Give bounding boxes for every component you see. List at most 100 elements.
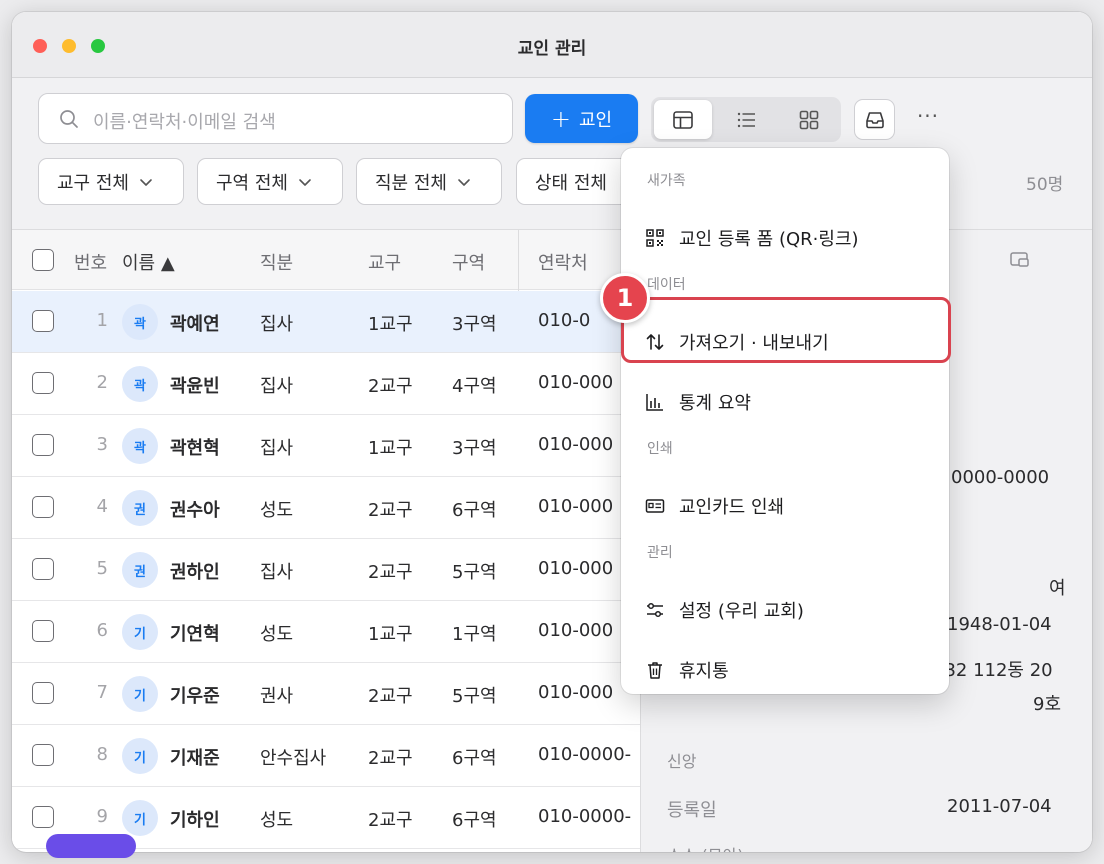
header-role[interactable]: 직분 bbox=[260, 249, 293, 275]
member-name: 곽예연 bbox=[170, 314, 220, 335]
member-name: 권하인 bbox=[170, 562, 220, 583]
search-input[interactable]: 이름·연락처·이메일 검색 bbox=[38, 93, 513, 144]
annotation-highlight-box bbox=[621, 297, 951, 363]
menu-item-register-form[interactable]: 교인 등록 폼 (QR·링크) bbox=[645, 218, 859, 258]
row-checkbox[interactable] bbox=[32, 434, 54, 456]
table-row[interactable]: 8 기 기재준 안수집사 2교구 6구역 010-0000- bbox=[12, 725, 640, 787]
member-contact: 010-0000- bbox=[538, 744, 632, 765]
member-parish: 2교구 bbox=[368, 686, 413, 707]
table-row[interactable]: 1 곽 곽예연 집사 1교구 3구역 010-0 bbox=[12, 291, 640, 353]
select-all-checkbox[interactable] bbox=[32, 249, 54, 271]
row-checkbox[interactable] bbox=[32, 372, 54, 394]
avatar: 기 bbox=[122, 800, 158, 836]
avatar: 기 bbox=[122, 738, 158, 774]
member-name: 곽현혁 bbox=[170, 438, 220, 459]
member-name: 기연혁 bbox=[170, 624, 220, 645]
table-row[interactable]: 3 곽 곽현혁 집사 1교구 3구역 010-000 bbox=[12, 415, 640, 477]
row-checkbox[interactable] bbox=[32, 744, 54, 766]
row-checkbox[interactable] bbox=[32, 496, 54, 518]
member-district: 4구역 bbox=[452, 376, 497, 397]
row-number: 2 bbox=[96, 372, 108, 393]
list-view-button[interactable] bbox=[717, 100, 775, 139]
avatar: 기 bbox=[122, 676, 158, 712]
member-parish: 2교구 bbox=[368, 810, 413, 831]
table-row[interactable]: 4 권 권수아 성도 2교구 6구역 010-000 bbox=[12, 477, 640, 539]
member-district: 5구역 bbox=[452, 562, 497, 583]
add-member-button[interactable]: + 교인 bbox=[525, 94, 638, 143]
member-name: 기재준 bbox=[170, 748, 220, 769]
member-contact: 010-000 bbox=[538, 682, 614, 703]
detail-birthdate: 1948-01-04 bbox=[947, 614, 1052, 635]
header-no[interactable]: 번호 bbox=[74, 249, 107, 275]
member-role: 집사 bbox=[260, 562, 294, 583]
row-number: 5 bbox=[96, 558, 108, 579]
member-district: 3구역 bbox=[452, 314, 497, 335]
avatar: 권 bbox=[122, 552, 158, 588]
avatar: 곽 bbox=[122, 304, 158, 340]
menu-item-card-print[interactable]: 교인카드 인쇄 bbox=[645, 486, 784, 526]
menu-section-new-family: 새가족 bbox=[647, 173, 686, 189]
member-district: 5구역 bbox=[452, 686, 497, 707]
row-number: 9 bbox=[96, 806, 108, 827]
member-contact: 010-0000- bbox=[538, 806, 632, 827]
member-role: 집사 bbox=[260, 314, 294, 335]
card-view-icon[interactable] bbox=[1009, 250, 1031, 270]
menu-item-stats[interactable]: 통계 요약 bbox=[645, 382, 751, 422]
member-contact: 010-000 bbox=[538, 372, 614, 393]
row-number: 8 bbox=[96, 744, 108, 765]
row-checkbox[interactable] bbox=[32, 310, 54, 332]
table-row[interactable]: 5 권 권하인 집사 2교구 5구역 010-000 bbox=[12, 539, 640, 601]
row-number: 1 bbox=[96, 310, 108, 331]
header-parish[interactable]: 교구 bbox=[368, 249, 401, 275]
faith-section-label: 신앙 bbox=[667, 752, 697, 771]
row-number: 6 bbox=[96, 620, 108, 641]
header-name[interactable]: 이름 ▲ bbox=[122, 249, 175, 275]
member-district: 6구역 bbox=[452, 748, 497, 769]
filter-role[interactable]: 직분 전체 bbox=[356, 158, 502, 205]
table-row[interactable]: 2 곽 곽윤빈 집사 2교구 4구역 010-000 bbox=[12, 353, 640, 415]
row-checkbox[interactable] bbox=[32, 620, 54, 642]
table-row[interactable]: 6 기 기연혁 성도 1교구 1구역 010-000 bbox=[12, 601, 640, 663]
chevron-down-icon bbox=[140, 178, 152, 186]
member-contact: 010-0 bbox=[538, 310, 591, 331]
annotation-step-badge: 1 bbox=[600, 273, 650, 323]
filter-parish[interactable]: 교구 전체 bbox=[38, 158, 184, 205]
filter-district[interactable]: 구역 전체 bbox=[197, 158, 343, 205]
member-contact: 010-000 bbox=[538, 558, 614, 579]
member-role: 집사 bbox=[260, 376, 294, 397]
header-district[interactable]: 구역 bbox=[452, 249, 485, 275]
header-contact[interactable]: 연락처 bbox=[538, 249, 588, 275]
detail-address-line1: . 32 112동 20 bbox=[933, 660, 1053, 681]
menu-item-settings[interactable]: 설정 (우리 교회) bbox=[645, 590, 804, 630]
member-contact: 010-000 bbox=[538, 434, 614, 455]
row-number: 7 bbox=[96, 682, 108, 703]
inbox-button[interactable] bbox=[854, 99, 895, 140]
member-parish: 2교구 bbox=[368, 376, 413, 397]
member-role: 성도 bbox=[260, 810, 294, 831]
floating-button-partial[interactable] bbox=[46, 834, 136, 858]
row-checkbox[interactable] bbox=[32, 558, 54, 580]
avatar: 권 bbox=[122, 490, 158, 526]
filter-status-label: 상태 전체 bbox=[535, 172, 607, 194]
row-checkbox[interactable] bbox=[32, 806, 54, 828]
more-options-menu: 새가족 교인 등록 폼 (QR·링크) 데이터 가져오기 · 내보내기 통계 요… bbox=[621, 148, 949, 694]
next-section-label: 소소 (모아) bbox=[667, 842, 743, 852]
more-options-button[interactable]: ··· bbox=[912, 104, 944, 134]
row-number: 3 bbox=[96, 434, 108, 455]
member-name: 기우준 bbox=[170, 686, 220, 707]
table-row[interactable]: 7 기 기우준 권사 2교구 5구역 010-000 bbox=[12, 663, 640, 725]
id-card-icon bbox=[645, 499, 665, 513]
row-checkbox[interactable] bbox=[32, 682, 54, 704]
menu-item-trash[interactable]: 휴지통 bbox=[645, 650, 729, 690]
grid-view-button[interactable] bbox=[780, 100, 838, 139]
registered-date-value: 2011-07-04 bbox=[947, 796, 1052, 817]
detail-phone: 0000-0000 bbox=[951, 467, 1050, 488]
registered-date-label: 등록일 bbox=[667, 800, 717, 821]
window-title: 교인 관리 bbox=[517, 39, 587, 59]
member-parish: 2교구 bbox=[368, 748, 413, 769]
member-name: 곽윤빈 bbox=[170, 376, 220, 397]
detail-gender: 여 bbox=[1049, 578, 1066, 599]
table-icon bbox=[673, 110, 693, 129]
table-view-button[interactable] bbox=[654, 100, 712, 139]
member-district: 6구역 bbox=[452, 500, 497, 521]
